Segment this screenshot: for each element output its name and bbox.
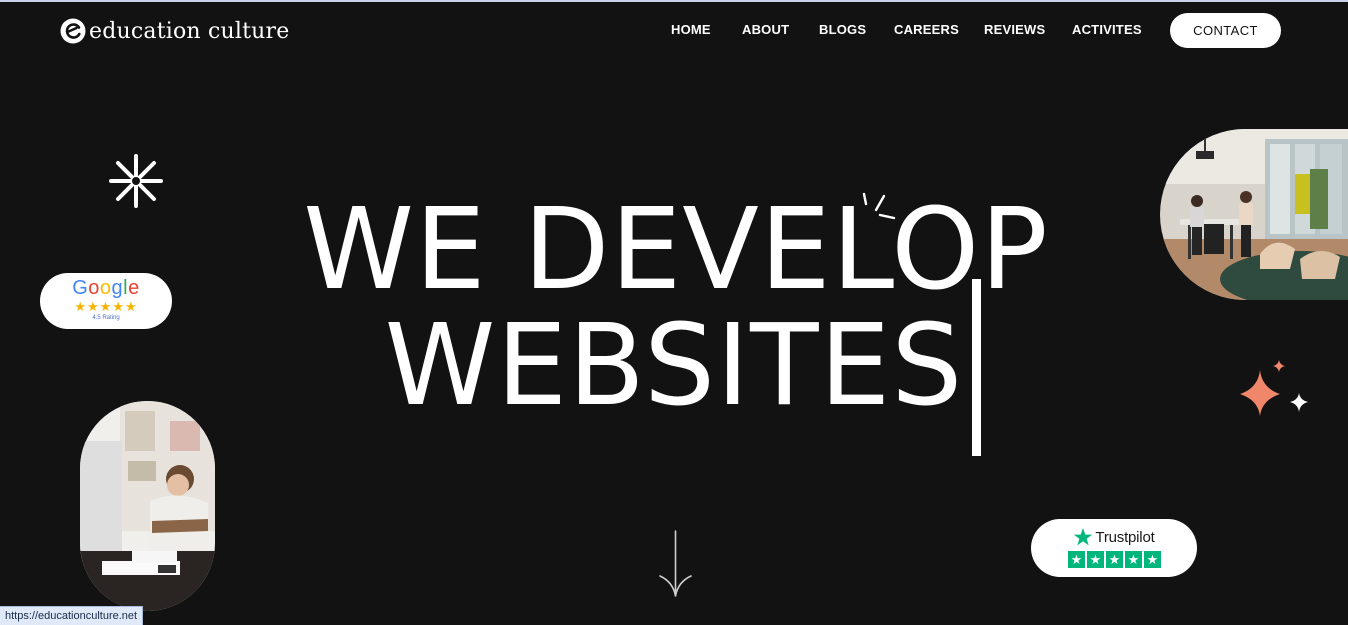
- trustpilot-star-2: ★: [1087, 551, 1104, 568]
- trustpilot-star-1: ★: [1068, 551, 1085, 568]
- typing-cursor: [972, 279, 981, 456]
- hero-heading-line-1: WE DEVELOP: [303, 185, 1049, 315]
- nav-item-careers[interactable]: CAREERS: [894, 22, 959, 37]
- contact-button[interactable]: CONTACT: [1170, 13, 1281, 48]
- woman-photo: [80, 401, 215, 611]
- trustpilot-wordmark: Trustpilot: [1095, 528, 1155, 546]
- nav-item-blogs[interactable]: BLOGS: [819, 22, 866, 37]
- nav-item-about[interactable]: ABOUT: [742, 22, 789, 37]
- trustpilot-star-icon: [1074, 528, 1093, 546]
- trustpilot-star-5: ★: [1144, 551, 1161, 568]
- trustpilot-stars: ★ ★ ★ ★ ★: [1068, 551, 1161, 568]
- nav-item-home[interactable]: HOME: [671, 22, 711, 37]
- hero-heading-line-2: WEBSITES: [384, 301, 964, 431]
- status-bar-url: https://educationculture.net: [0, 606, 144, 625]
- main-nav: HOME ABOUT BLOGS CAREERS REVIEWS ACTIVIT…: [0, 22, 1348, 40]
- sparkle-stars-icon: [1240, 360, 1308, 416]
- scroll-down-arrow-icon[interactable]: [659, 530, 692, 598]
- spark-lines-icon: [862, 192, 896, 220]
- woman-photo-image: [80, 401, 215, 611]
- nav-item-activites[interactable]: ACTIVITES: [1072, 22, 1142, 37]
- trustpilot-badge[interactable]: Trustpilot ★ ★ ★ ★ ★: [1031, 519, 1197, 577]
- nav-item-reviews[interactable]: REVIEWS: [984, 22, 1045, 37]
- window-top-border: [0, 0, 1348, 2]
- trustpilot-star-3: ★: [1106, 551, 1123, 568]
- trustpilot-logo: Trustpilot: [1031, 527, 1197, 547]
- trustpilot-star-4: ★: [1125, 551, 1142, 568]
